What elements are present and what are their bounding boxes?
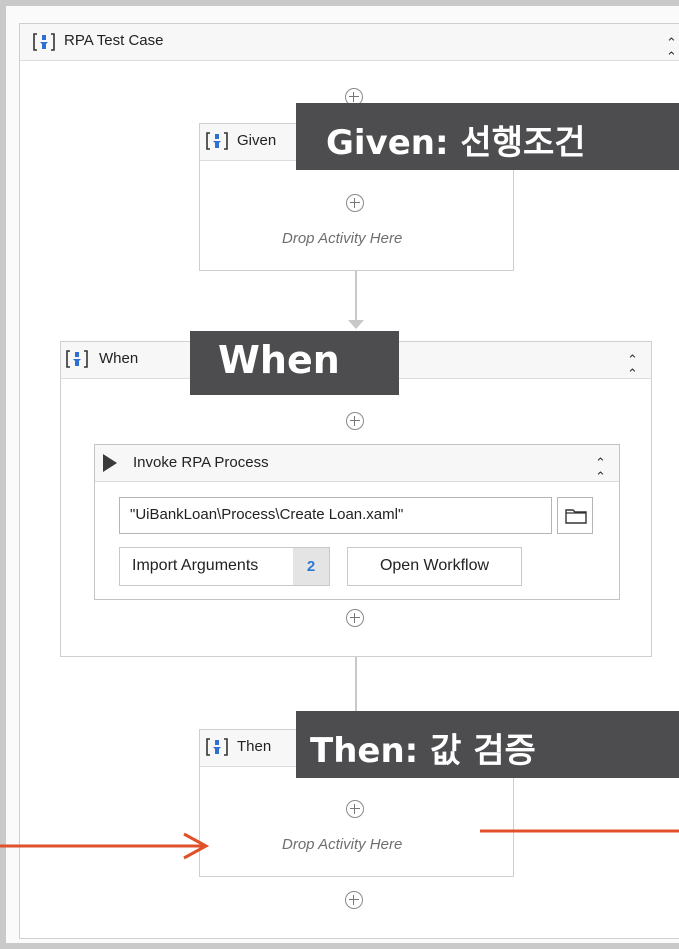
sequence-icon	[206, 738, 228, 756]
add-activity-icon[interactable]	[345, 891, 363, 909]
given-annotation-label: Given: 선행조건	[296, 103, 679, 170]
connector-arrow-icon	[348, 320, 364, 329]
connector-line	[355, 271, 357, 327]
argument-count-badge: 2	[293, 548, 329, 585]
workflow-path-field[interactable]: "UiBankLoan\Process\Create Loan.xaml"	[119, 497, 552, 534]
open-workflow-button[interactable]: Open Workflow	[347, 547, 522, 586]
invoke-rpa-process-activity[interactable]: Invoke RPA Process ⌃ ⌃ "UiBankLoan\Proces…	[94, 444, 620, 600]
play-icon	[103, 454, 117, 472]
drop-activity-hint: Drop Activity Here	[282, 230, 403, 247]
collapse-icon[interactable]: ⌃ ⌃	[595, 456, 606, 484]
sequence-icon	[206, 132, 228, 150]
rpa-test-case-header[interactable]: RPA Test Case ⌃ ⌃	[20, 24, 679, 64]
then-annotation-label: Then: 값 검증	[296, 711, 679, 778]
add-activity-icon[interactable]	[346, 800, 364, 818]
arrow-annotation	[0, 829, 679, 860]
given-title: Given	[237, 132, 277, 149]
sequence-icon	[33, 33, 55, 51]
invoke-header[interactable]: Invoke RPA Process ⌃ ⌃	[95, 445, 619, 484]
add-activity-icon[interactable]	[346, 609, 364, 627]
browse-folder-button[interactable]	[557, 497, 593, 534]
then-title: Then	[237, 738, 272, 755]
when-title: When	[99, 350, 139, 367]
sequence-icon	[66, 350, 88, 368]
collapse-icon[interactable]: ⌃ ⌃	[627, 353, 638, 381]
collapse-icon[interactable]: ⌃ ⌃	[666, 36, 677, 64]
invoke-title: Invoke RPA Process	[133, 454, 269, 471]
add-activity-icon[interactable]	[346, 412, 364, 430]
when-annotation-label: When	[190, 331, 399, 395]
add-activity-icon[interactable]	[346, 194, 364, 212]
rpa-test-case-title: RPA Test Case	[64, 32, 164, 49]
folder-icon	[565, 509, 587, 524]
import-arguments-label: Import Arguments	[132, 557, 259, 574]
